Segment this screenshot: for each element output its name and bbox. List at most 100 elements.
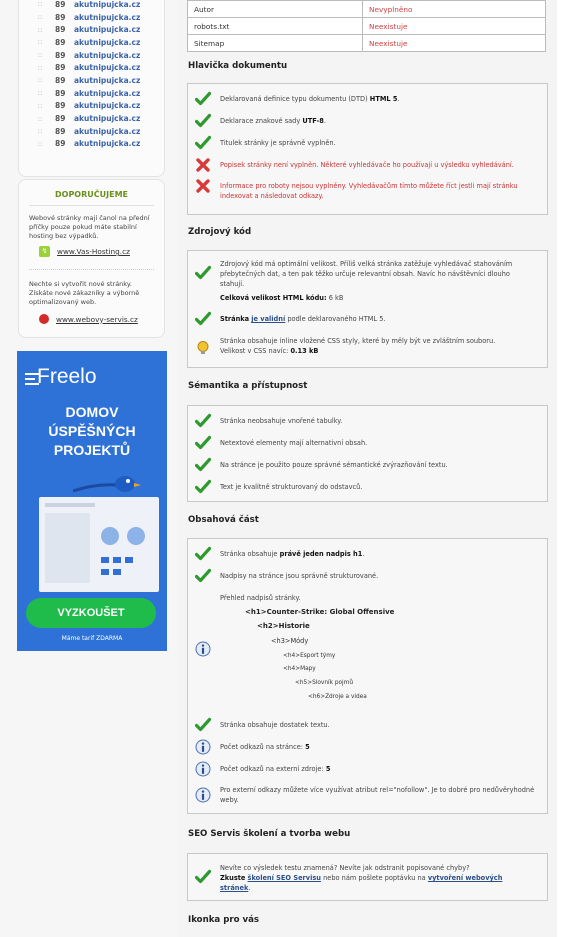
- list-item-score: 89: [55, 114, 66, 124]
- heading-tag: <h3>: [271, 637, 291, 645]
- list-item-link[interactable]: akutnipujcka.cz: [74, 38, 140, 47]
- list-item[interactable]: :: 89 akutnipujcka.cz: [19, 23, 164, 36]
- semantics-panel: Stránka neobsahuje vnořené tabulky. Nete…: [187, 405, 548, 502]
- size-label: Celková velikost HTML kódu:: [220, 294, 327, 302]
- heading-text: Historie: [278, 622, 310, 630]
- list-item-score: 89: [55, 0, 66, 9]
- drag-handle-icon: ::: [37, 38, 43, 47]
- heading-tag: <h2>: [257, 622, 279, 630]
- item-text: Přehled nadpisů stránky.: [220, 594, 301, 602]
- hosting-icon: ↯: [39, 246, 50, 257]
- item-bold: HTML 5: [369, 95, 398, 103]
- table-cell-value: Neexistuje: [362, 17, 546, 35]
- check-icon: [194, 717, 212, 733]
- drag-handle-icon: ::: [37, 0, 43, 9]
- drag-handle-icon: ::: [37, 89, 43, 98]
- heading-text: Zdroje a videa: [325, 694, 367, 700]
- ad-tariff-text: Máme tarif ZDARMA: [61, 635, 123, 642]
- list-item-score: 89: [55, 25, 66, 35]
- list-item[interactable]: :: 89 akutnipujcka.cz: [19, 138, 164, 151]
- section-title-seo: SEO Servis školení a tvorba webu: [188, 829, 351, 839]
- list-item-score: 89: [55, 12, 66, 22]
- error-cross-icon: [195, 178, 211, 194]
- table-row: Sitemap Neexistuje: [187, 34, 546, 52]
- check-icon: [194, 457, 212, 473]
- list-item-link[interactable]: akutnipujcka.cz: [74, 89, 140, 98]
- item-text: Počet odkazů na externí zdroje:: [220, 765, 324, 773]
- list-item[interactable]: :: 89 akutnipujcka.cz: [19, 49, 164, 62]
- list-item-score: 89: [55, 63, 66, 73]
- item-tail: .: [397, 95, 400, 103]
- heading-tag: <h4>: [283, 666, 301, 672]
- list-item[interactable]: :: 89 akutnipujcka.cz: [19, 0, 164, 11]
- list-item-score: 89: [55, 88, 66, 98]
- drag-handle-icon: ::: [37, 76, 43, 85]
- list-item-link[interactable]: akutnipujcka.cz: [74, 101, 140, 110]
- check-icon: [194, 869, 212, 885]
- item-bold: 5: [325, 765, 331, 773]
- list-item-link[interactable]: akutnipujcka.cz: [74, 25, 140, 34]
- seo-training-link[interactable]: školení SEO Servisu: [248, 874, 321, 882]
- list-item-link[interactable]: akutnipujcka.cz: [74, 51, 140, 60]
- list-item-link[interactable]: akutnipujcka.cz: [74, 127, 140, 136]
- heading-tag: <h5>: [295, 680, 313, 686]
- section-title-semantics: Sémantika a přístupnost: [188, 381, 308, 391]
- list-item-link[interactable]: akutnipujcka.cz: [74, 63, 140, 72]
- item-text: Zdrojový kód má optimální velikost. Příl…: [220, 260, 513, 288]
- list-item-link[interactable]: akutnipujcka.cz: [74, 0, 140, 9]
- list-item[interactable]: :: 89 akutnipujcka.cz: [19, 100, 164, 113]
- heading-tag: <h6>: [308, 694, 326, 700]
- list-item-score: 89: [55, 50, 66, 60]
- item-tail: .: [323, 117, 326, 125]
- list-item[interactable]: :: 89 akutnipujcka.cz: [19, 36, 164, 49]
- list-item-link[interactable]: akutnipujcka.cz: [74, 76, 140, 85]
- item-text: Deklarovaná definice typu dokumentu (DTD…: [220, 95, 368, 103]
- item-tail: .: [248, 884, 251, 892]
- heading-text: Counter-Strike: Global Offensive: [266, 608, 395, 616]
- error-cross-icon: [195, 157, 211, 173]
- size-value: 6 kB: [328, 294, 344, 302]
- list-item-score: 89: [55, 101, 66, 111]
- list-item[interactable]: :: 89 akutnipujcka.cz: [19, 125, 164, 138]
- freelo-ad-banner[interactable]: Freelo DOMOV ÚSPĚŠNÝCH PROJEKTŮ VYZKOUŠE…: [17, 351, 167, 651]
- heading-tree-item: <h5>Slovník pojmů: [295, 680, 353, 686]
- list-item[interactable]: :: 89 akutnipujcka.cz: [19, 11, 164, 24]
- list-item[interactable]: :: 89 akutnipujcka.cz: [19, 87, 164, 100]
- hosting-link-row[interactable]: ↯ www.Vas-Hosting.cz: [39, 246, 164, 257]
- list-item-link[interactable]: akutnipujcka.cz: [74, 114, 140, 123]
- try-button[interactable]: VYZKOUŠET: [26, 598, 156, 628]
- ad-headline-line: PROJEKTŮ: [53, 442, 131, 458]
- heading-tree-item: <h4>Mapy: [283, 666, 316, 672]
- list-item[interactable]: :: 89 akutnipujcka.cz: [19, 74, 164, 87]
- recommend-title: DOPORUČUJEME: [55, 190, 128, 199]
- heading-text: Módy: [290, 637, 309, 645]
- item-text: nebo nám pošlete poptávku na: [323, 874, 426, 882]
- section-title-icon: Ikonka pro vás: [188, 915, 260, 925]
- check-icon: [194, 91, 212, 107]
- list-item-score: 89: [55, 37, 66, 47]
- heading-text: Esport týmy: [300, 653, 336, 659]
- source-panel: Zdrojový kód má optimální velikost. Příl…: [187, 250, 548, 368]
- heading-tree-item: <h4>Esport týmy: [283, 653, 335, 659]
- item-text: Nevíte co výsledek testu znamená? Nevíte…: [220, 864, 470, 872]
- check-icon: [194, 546, 212, 562]
- drag-handle-icon: ::: [37, 25, 43, 34]
- sidebar: :: 89 akutnipujcka.cz:: 89 akutnipujcka.cz::…: [0, 0, 177, 937]
- css-value: 0.13 kB: [290, 347, 319, 355]
- heading-tree-item: <h1>Counter-Strike: Global Offensive: [245, 608, 394, 616]
- list-item-link[interactable]: akutnipujcka.cz: [74, 139, 140, 148]
- hosting-link[interactable]: www.Vas-Hosting.cz: [57, 247, 130, 256]
- list-item[interactable]: :: 89 akutnipujcka.cz: [19, 61, 164, 74]
- item-text: Stránka obsahuje dostatek textu.: [220, 721, 330, 729]
- list-item[interactable]: :: 89 akutnipujcka.cz: [19, 112, 164, 125]
- check-icon: [194, 479, 212, 495]
- item-bold: Stránka: [220, 315, 250, 323]
- item-text: Stránka obsahuje inline vložené CSS styl…: [220, 337, 496, 345]
- validator-link[interactable]: je validní: [251, 315, 285, 323]
- servis-link-row[interactable]: www.webovy-servis.cz: [39, 314, 164, 324]
- servis-link[interactable]: www.webovy-servis.cz: [56, 315, 138, 324]
- header-panel: Deklarovaná definice typu dokumentu (DTD…: [187, 83, 548, 215]
- list-item-score: 89: [55, 126, 66, 136]
- table-cell-key: Sitemap: [187, 34, 363, 52]
- list-item-link[interactable]: akutnipujcka.cz: [74, 13, 140, 22]
